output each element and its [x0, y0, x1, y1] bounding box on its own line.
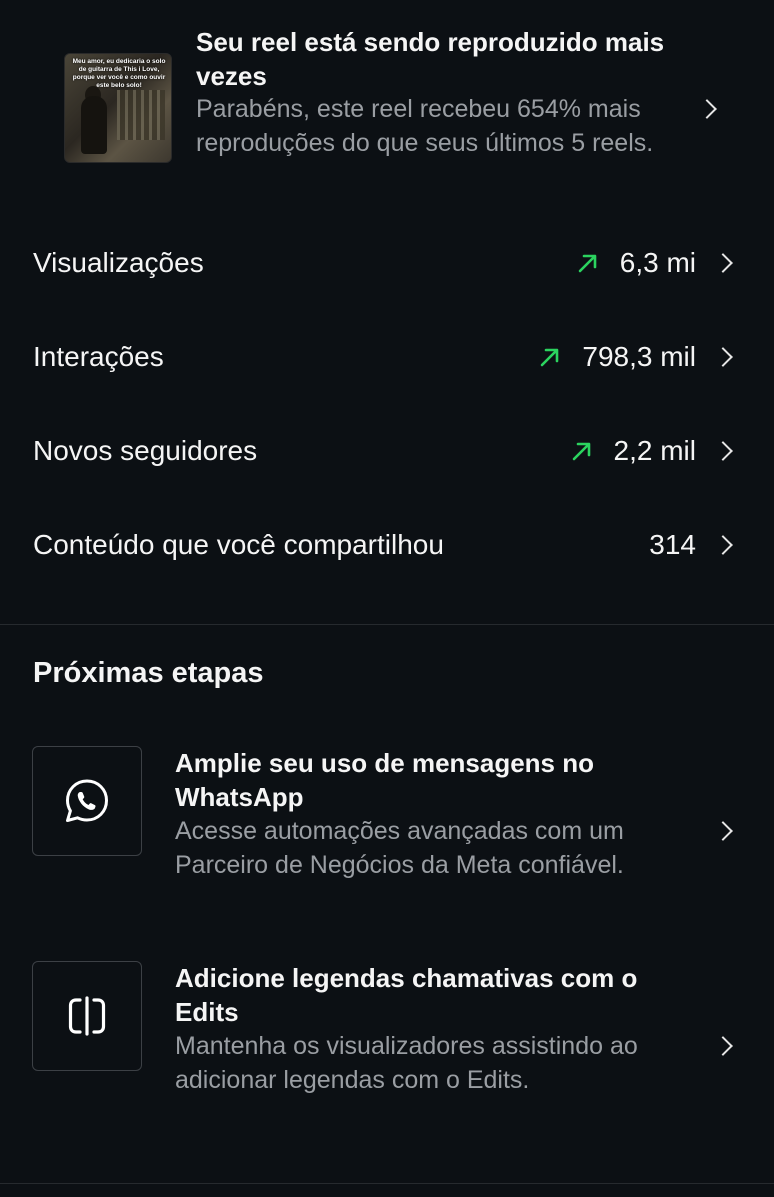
bottom-divider	[0, 1183, 774, 1184]
chevron-right-icon	[713, 253, 733, 273]
thumbnail-person	[81, 96, 107, 154]
whatsapp-icon-box	[32, 746, 142, 856]
metric-label: Novos seguidores	[33, 435, 258, 466]
chevron-right-icon	[697, 99, 717, 119]
trend-up-icon	[541, 348, 559, 367]
chevron-right-icon	[713, 535, 733, 555]
next-step-edits[interactable]: Adicione legendas chamativas com o Edits…	[0, 945, 774, 1135]
reel-card-description: Parabéns, este reel recebeu 654% mais re…	[196, 95, 654, 157]
metric-value: 798,3 mil	[582, 341, 696, 372]
next-step-description: Mantenha os visualizadores assistindo ao…	[175, 1032, 638, 1094]
metric-value: 2,2 mil	[613, 435, 696, 466]
edits-icon-box	[32, 961, 142, 1071]
metric-label: Conteúdo que você compartilhou	[33, 529, 444, 560]
reel-thumbnail: Meu amor, eu dedicaria o solo de guitarr…	[64, 53, 172, 163]
thumbnail-window	[117, 90, 165, 140]
whatsapp-icon	[66, 779, 108, 822]
next-step-title: Adicione legendas chamativas com o Edits	[175, 963, 638, 1027]
metric-label: Interações	[33, 341, 164, 372]
metric-row-new-followers[interactable]: Novos seguidores 2,2 mil	[0, 404, 774, 498]
next-step-whatsapp[interactable]: Amplie seu uso de mensagens no WhatsApp …	[0, 730, 774, 920]
next-steps-heading: Próximas etapas	[33, 657, 264, 689]
trend-up-icon	[578, 254, 597, 273]
section-divider	[0, 624, 774, 625]
reel-performance-card[interactable]: Meu amor, eu dedicaria o solo de guitarr…	[0, 0, 774, 210]
trend-up-icon	[572, 442, 590, 461]
chevron-right-icon	[713, 1036, 733, 1056]
chevron-right-icon	[713, 821, 733, 841]
chevron-right-icon	[713, 441, 733, 461]
next-step-description: Acesse automações avançadas com um Parce…	[175, 817, 624, 879]
metric-value: 314	[649, 529, 696, 560]
thumbnail-caption: Meu amor, eu dedicaria o solo de guitarr…	[72, 58, 166, 89]
metric-value: 6,3 mi	[619, 247, 696, 278]
edits-icon	[68, 996, 106, 1036]
metric-label: Visualizações	[33, 247, 204, 278]
metric-row-shared-content[interactable]: Conteúdo que você compartilhou 314	[0, 498, 774, 592]
next-step-title: Amplie seu uso de mensagens no WhatsApp	[175, 748, 594, 812]
metric-row-interactions[interactable]: Interações 798,3 mil	[0, 310, 774, 404]
chevron-right-icon	[713, 347, 733, 367]
reel-card-title: Seu reel está sendo reproduzido mais vez…	[196, 27, 665, 91]
metric-row-views[interactable]: Visualizações 6,3 mi	[0, 216, 774, 310]
